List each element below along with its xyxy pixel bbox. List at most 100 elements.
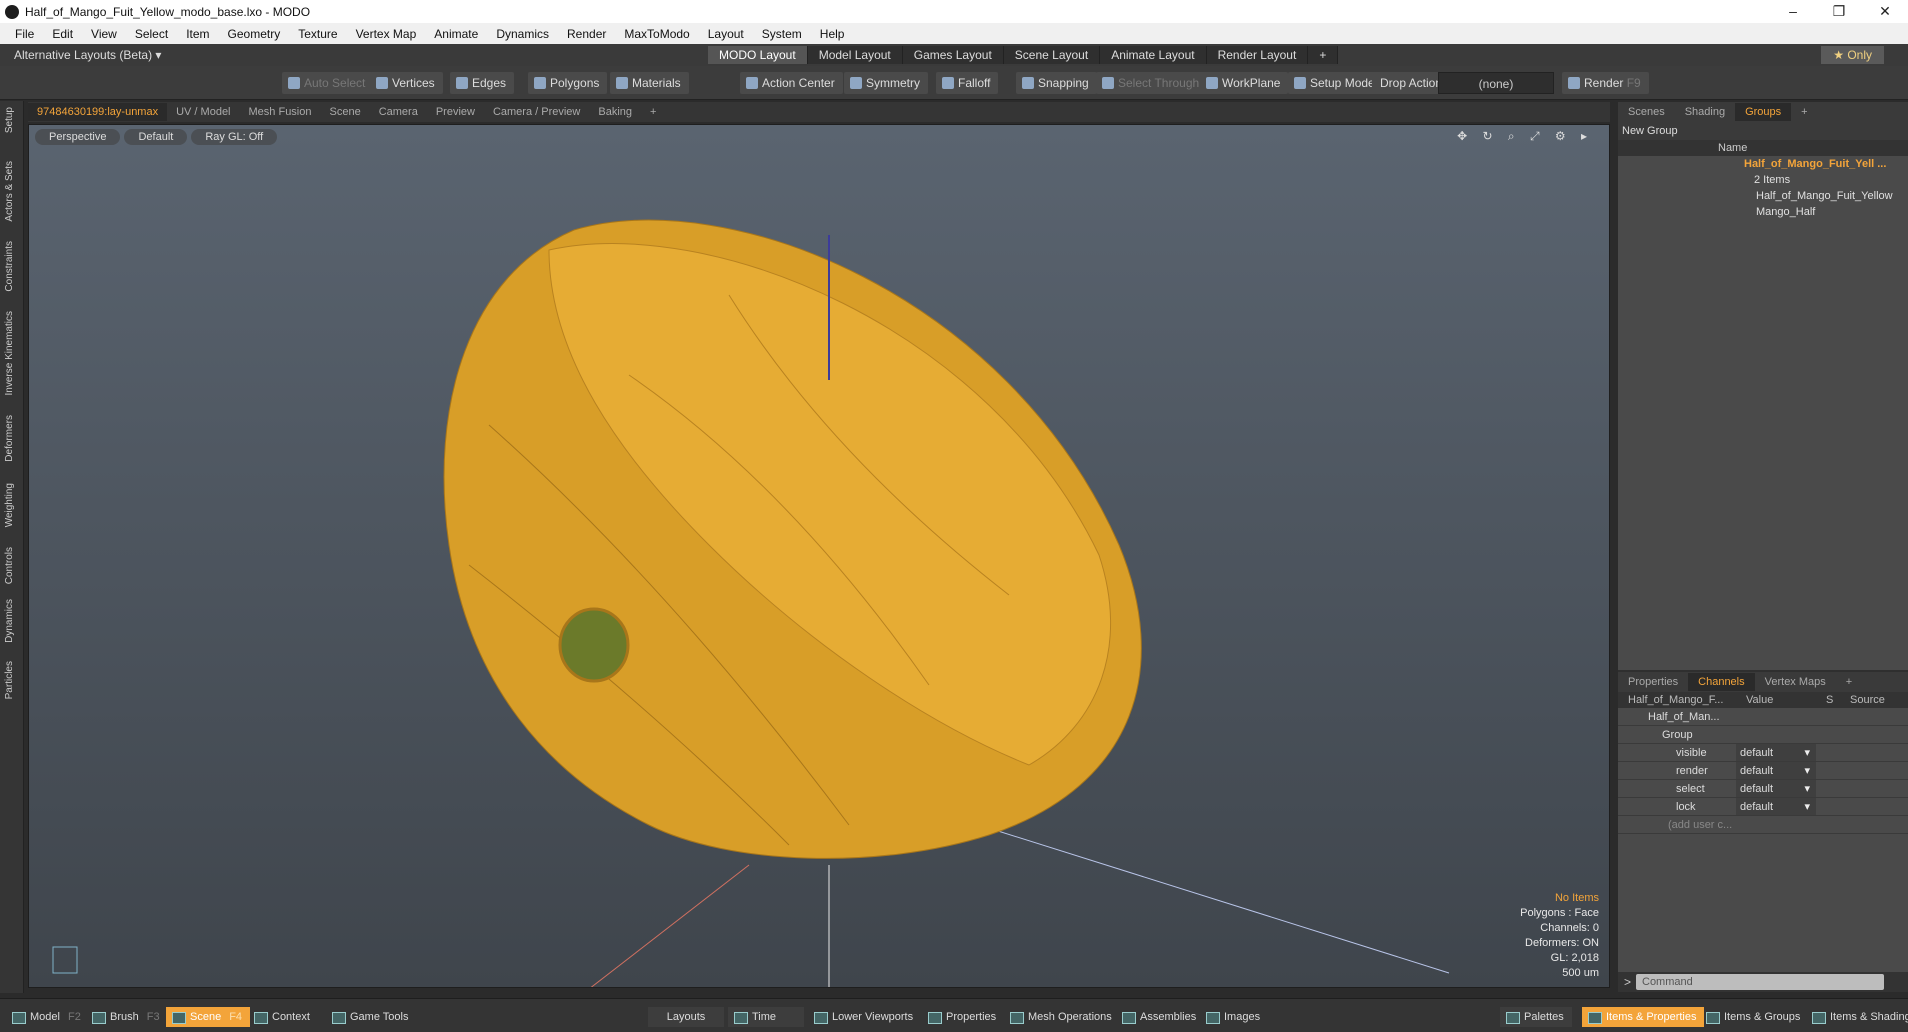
- items-groups-button[interactable]: Items & Groups: [1700, 1007, 1808, 1027]
- menu-texture[interactable]: Texture: [289, 27, 346, 41]
- strip-constraints[interactable]: Constraints: [4, 241, 15, 292]
- add-channel-tab-button[interactable]: +: [1836, 673, 1862, 691]
- add-user-channel[interactable]: (add user c...: [1618, 816, 1908, 834]
- menu-file[interactable]: File: [6, 27, 43, 41]
- menu-animate[interactable]: Animate: [425, 27, 487, 41]
- menu-dynamics[interactable]: Dynamics: [487, 27, 558, 41]
- assemblies-button[interactable]: Assemblies: [1116, 1007, 1204, 1027]
- vertices-button[interactable]: Vertices: [370, 72, 443, 94]
- add-panel-tab-button[interactable]: +: [1791, 103, 1817, 121]
- strip-controls[interactable]: Controls: [4, 547, 15, 584]
- tab-preview[interactable]: Preview: [427, 103, 484, 121]
- menu-maxtomodo[interactable]: MaxToModo: [615, 27, 698, 41]
- minimize-button[interactable]: –: [1770, 3, 1816, 20]
- edges-button[interactable]: Edges: [450, 72, 515, 94]
- menu-render[interactable]: Render: [558, 27, 615, 41]
- perspective-dropdown[interactable]: Perspective: [35, 129, 121, 145]
- tab-uv-model[interactable]: UV / Model: [167, 103, 239, 121]
- strip-actors-sets[interactable]: Actors & Sets: [4, 161, 15, 222]
- items-properties-button[interactable]: Items & Properties: [1582, 1007, 1705, 1027]
- tab-model-layout[interactable]: Model Layout: [807, 46, 903, 64]
- context-button[interactable]: Context: [248, 1007, 318, 1027]
- channel-row-visible[interactable]: visible default: [1618, 744, 1908, 762]
- tab-render-layout[interactable]: Render Layout: [1206, 46, 1309, 64]
- render-button[interactable]: Render F9: [1562, 72, 1649, 94]
- group-item-mesh[interactable]: Half_of_Mango_Fuit_Yellow: [1618, 188, 1908, 204]
- group-item-mango-half[interactable]: Mango_Half: [1618, 204, 1908, 220]
- strip-dynamics[interactable]: Dynamics: [4, 599, 15, 643]
- auto-select-button[interactable]: Auto Select: [282, 72, 374, 94]
- alternative-layouts-dropdown[interactable]: Alternative Layouts (Beta) ▾: [14, 48, 161, 62]
- workplane-button[interactable]: WorkPlane: [1200, 72, 1289, 94]
- images-button[interactable]: Images: [1200, 1007, 1268, 1027]
- falloff-button[interactable]: Falloff: [936, 72, 999, 94]
- channel-value-dropdown[interactable]: default: [1736, 798, 1816, 816]
- menu-vertex-map[interactable]: Vertex Map: [347, 27, 426, 41]
- tab-games-layout[interactable]: Games Layout: [902, 46, 1004, 64]
- tab-scene-layout[interactable]: Scene Layout: [1003, 46, 1101, 64]
- menu-help[interactable]: Help: [811, 27, 854, 41]
- strip-weighting[interactable]: Weighting: [4, 483, 15, 527]
- properties-button[interactable]: Properties: [922, 1007, 1004, 1027]
- layouts-button[interactable]: Layouts: [648, 1007, 724, 1027]
- add-layout-button[interactable]: +: [1308, 46, 1339, 64]
- channel-value-dropdown[interactable]: default: [1736, 780, 1816, 798]
- mesh-operations-button[interactable]: Mesh Operations: [1004, 1007, 1120, 1027]
- channel-row-select[interactable]: select default: [1618, 780, 1908, 798]
- channel-value-dropdown[interactable]: default: [1736, 762, 1816, 780]
- palettes-button[interactable]: Palettes: [1500, 1007, 1572, 1027]
- strip-setup[interactable]: Setup: [4, 107, 15, 133]
- menu-view[interactable]: View: [82, 27, 126, 41]
- tab-mesh-fusion[interactable]: Mesh Fusion: [240, 103, 321, 121]
- menu-system[interactable]: System: [753, 27, 811, 41]
- time-button[interactable]: Time: [728, 1007, 804, 1027]
- tab-animate-layout[interactable]: Animate Layout: [1100, 46, 1207, 64]
- action-center-button[interactable]: Action Center: [740, 72, 843, 94]
- tab-camera-preview[interactable]: Camera / Preview: [484, 103, 589, 121]
- channel-group[interactable]: Group: [1618, 726, 1908, 744]
- model-button[interactable]: Model F2: [6, 1007, 89, 1027]
- raygl-toggle[interactable]: Ray GL: Off: [191, 129, 278, 145]
- shading-style-dropdown[interactable]: Default: [124, 129, 188, 145]
- drop-action-dropdown[interactable]: (none): [1438, 72, 1554, 94]
- channel-row-lock[interactable]: lock default: [1618, 798, 1908, 816]
- close-button[interactable]: ✕: [1862, 3, 1908, 20]
- menu-layout[interactable]: Layout: [699, 27, 753, 41]
- menu-geometry[interactable]: Geometry: [219, 27, 290, 41]
- restore-button[interactable]: ❐: [1816, 3, 1862, 20]
- viewport-nav-icons[interactable]: ✥ ↻ ⌕ ⤢ ⚙ ▸: [1457, 129, 1593, 144]
- snapping-button[interactable]: Snapping: [1016, 72, 1097, 94]
- strip-inverse-kinematics[interactable]: Inverse Kinematics: [4, 311, 15, 395]
- tab-scenes[interactable]: Scenes: [1618, 103, 1675, 121]
- new-group-button[interactable]: New Group: [1618, 122, 1908, 140]
- add-viewport-tab-button[interactable]: +: [641, 103, 665, 121]
- polygons-button[interactable]: Polygons: [528, 72, 608, 94]
- menu-edit[interactable]: Edit: [43, 27, 82, 41]
- lower-viewports-button[interactable]: Lower Viewports: [808, 1007, 921, 1027]
- items-shading-button[interactable]: Items & Shading: [1806, 1007, 1908, 1027]
- channel-value-dropdown[interactable]: default: [1736, 744, 1816, 762]
- group-row[interactable]: Half_of_Mango_Fuit_Yell ...: [1618, 156, 1908, 172]
- command-input[interactable]: Command: [1636, 974, 1884, 990]
- menu-item[interactable]: Item: [177, 27, 218, 41]
- symmetry-button[interactable]: Symmetry: [844, 72, 928, 94]
- scene-button[interactable]: Scene F4: [166, 1007, 251, 1027]
- tab-shading[interactable]: Shading: [1675, 103, 1735, 121]
- tab-properties[interactable]: Properties: [1618, 673, 1688, 691]
- tab-vertex-maps[interactable]: Vertex Maps: [1755, 673, 1836, 691]
- setup-mode-button[interactable]: Setup Mode: [1288, 72, 1383, 94]
- tab-lay-unmax[interactable]: 97484630199:lay-unmax: [28, 103, 168, 121]
- tab-camera[interactable]: Camera: [370, 103, 427, 121]
- strip-deformers[interactable]: Deformers: [4, 415, 15, 462]
- tab-scene[interactable]: Scene: [321, 103, 370, 121]
- tab-modo-layout[interactable]: MODO Layout: [708, 46, 808, 64]
- tab-channels[interactable]: Channels: [1688, 673, 1755, 691]
- tab-groups[interactable]: Groups: [1735, 103, 1792, 121]
- select-through-button[interactable]: Select Through: [1096, 72, 1208, 94]
- game-tools-button[interactable]: Game Tools: [326, 1007, 417, 1027]
- channel-root[interactable]: Half_of_Man...: [1618, 708, 1908, 726]
- strip-particles[interactable]: Particles: [4, 661, 15, 699]
- 3d-viewport[interactable]: Perspective Default Ray GL: Off ✥ ↻ ⌕ ⤢ …: [28, 124, 1610, 988]
- tab-baking[interactable]: Baking: [589, 103, 641, 121]
- brush-button[interactable]: Brush F3: [86, 1007, 168, 1027]
